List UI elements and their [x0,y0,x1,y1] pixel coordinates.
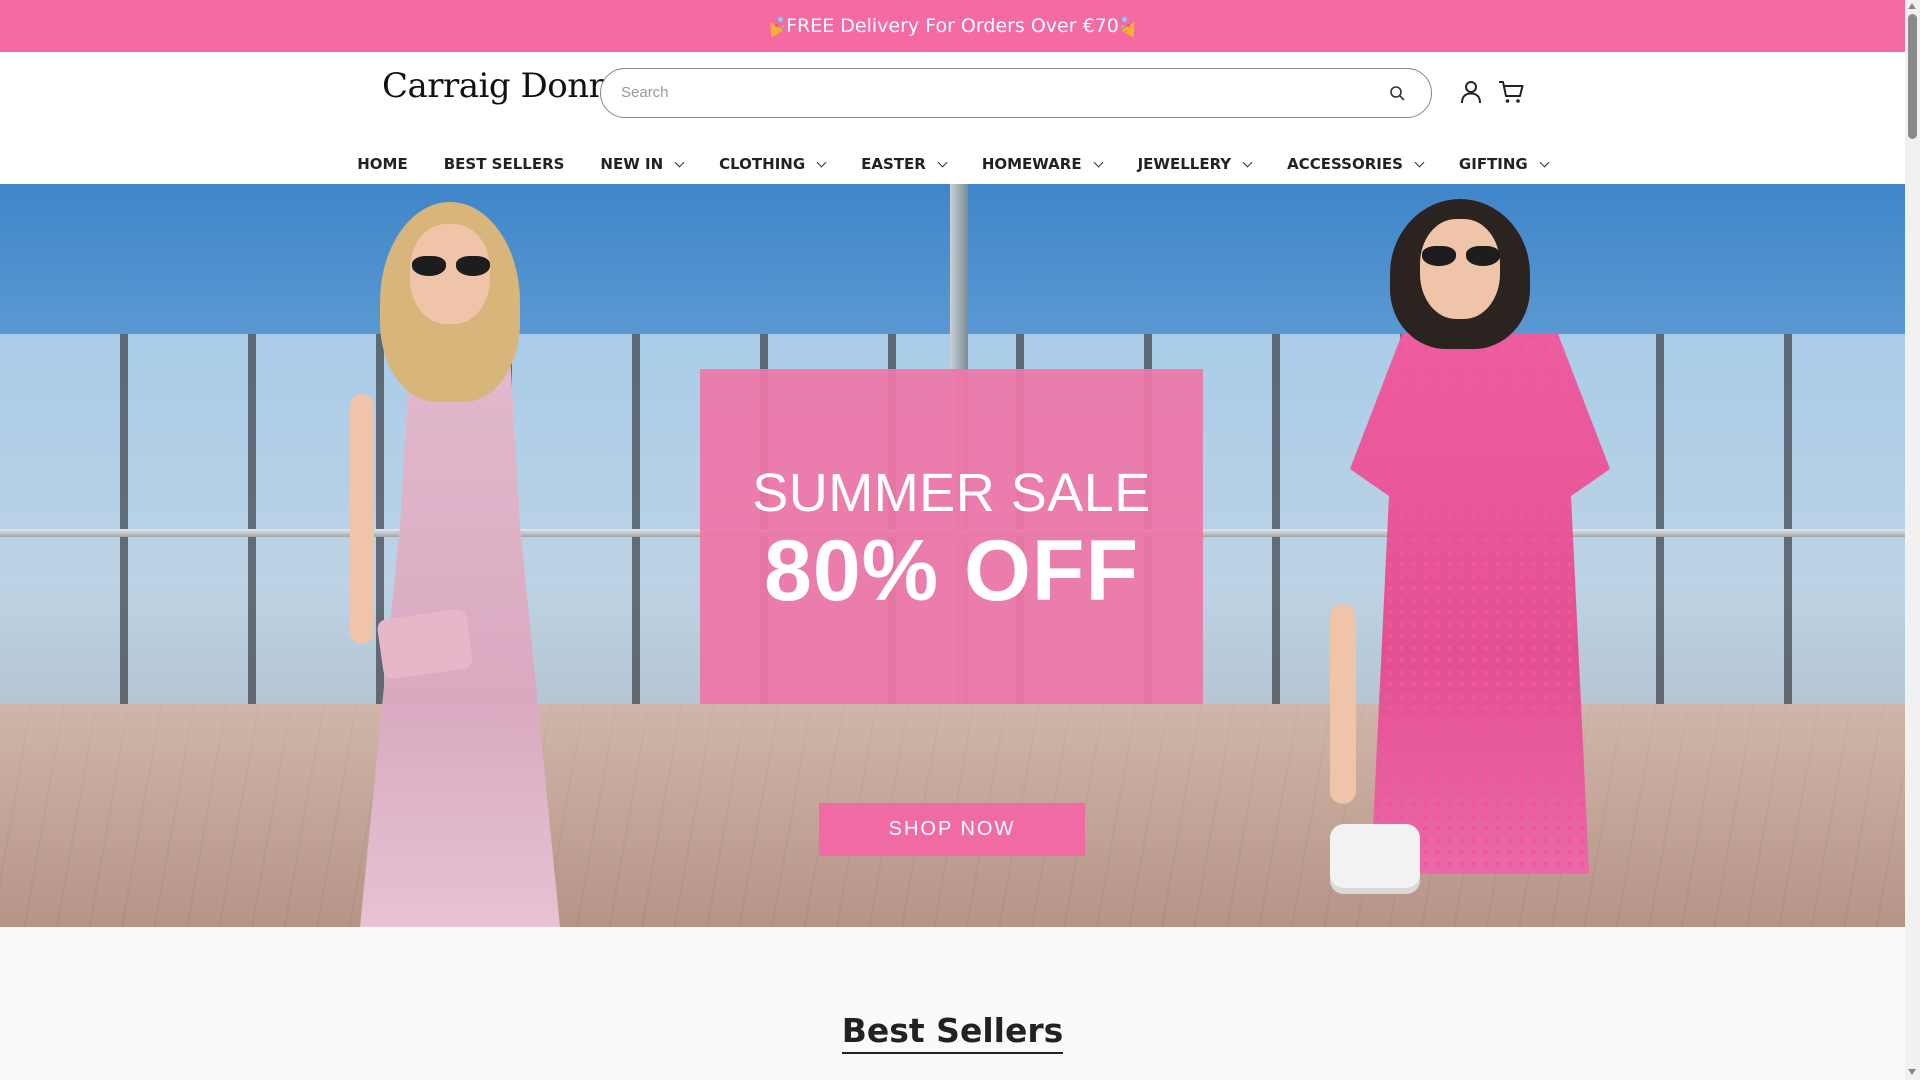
hero-banner[interactable]: SUMMER SALE 80% OFF SHOP NOW [0,184,1905,927]
best-sellers-section: Best Sellers [0,927,1905,1080]
nav-item-label: HOME [357,155,408,173]
page: FREE Delivery For Orders Over €70 Carrai… [0,0,1905,1080]
section-title: Best Sellers [0,1011,1905,1054]
search-bar[interactable] [600,68,1432,118]
nav-item-home[interactable]: HOME [339,155,425,173]
site-header: Carraig Donn HOME BEST SELLERS NEW IN CL… [0,52,1905,184]
model-left [340,184,600,927]
nav-item-label: GIFTING [1458,155,1528,173]
nav-item-clothing[interactable]: CLOTHING [701,155,843,173]
chevron-down-icon [1539,157,1550,167]
user-icon[interactable] [1457,78,1485,106]
nav-item-best-sellers[interactable]: BEST SELLERS [426,155,583,173]
nav-item-new-in[interactable]: NEW IN [582,155,701,173]
site-logo[interactable]: Carraig Donn [382,66,611,106]
nav-item-label: ACCESSORIES [1287,155,1403,173]
page-scrollbar[interactable] [1905,0,1920,1080]
search-input[interactable] [621,69,1361,116]
chevron-down-icon [1093,157,1104,167]
best-sellers-title: Best Sellers [841,1011,1064,1054]
model-right [1330,184,1660,927]
scrollbar-thumb[interactable] [1908,14,1917,139]
sale-title: SUMMER SALE [752,462,1151,523]
chevron-down-icon [1242,157,1253,167]
chevron-down-icon [816,157,827,167]
scroll-up-icon[interactable] [1908,3,1916,9]
party-popper-icon [764,16,784,36]
nav-item-label: JEWELLERY [1137,155,1232,173]
announcement-bar: FREE Delivery For Orders Over €70 [0,0,1905,52]
nav-item-label: HOMEWARE [981,155,1082,173]
sale-discount: 80% OFF [764,522,1139,619]
sale-promo-box: SUMMER SALE 80% OFF [700,369,1203,704]
nav-item-label: CLOTHING [719,155,806,173]
shop-now-button[interactable]: SHOP NOW [819,803,1085,856]
nav-item-homeware[interactable]: HOMEWARE [964,155,1120,173]
nav-item-easter[interactable]: EASTER [843,155,964,173]
nav-item-label: BEST SELLERS [443,155,565,173]
chevron-down-icon [937,157,948,167]
nav-item-label: EASTER [861,155,926,173]
nav-item-accessories[interactable]: ACCESSORIES [1269,155,1441,173]
nav-item-jewellery[interactable]: JEWELLERY [1120,155,1270,173]
announcement-text: FREE Delivery For Orders Over €70 [786,15,1119,37]
party-popper-icon [1121,16,1141,36]
cart-icon[interactable] [1497,78,1525,106]
chevron-down-icon [1414,157,1425,167]
chevron-down-icon [674,157,685,167]
nav-item-label: NEW IN [600,155,664,173]
main-nav: HOME BEST SELLERS NEW IN CLOTHING EASTER… [0,144,1905,184]
nav-item-gifting[interactable]: GIFTING [1441,155,1566,173]
scroll-down-icon[interactable] [1908,1069,1916,1075]
search-icon[interactable] [1389,85,1405,101]
